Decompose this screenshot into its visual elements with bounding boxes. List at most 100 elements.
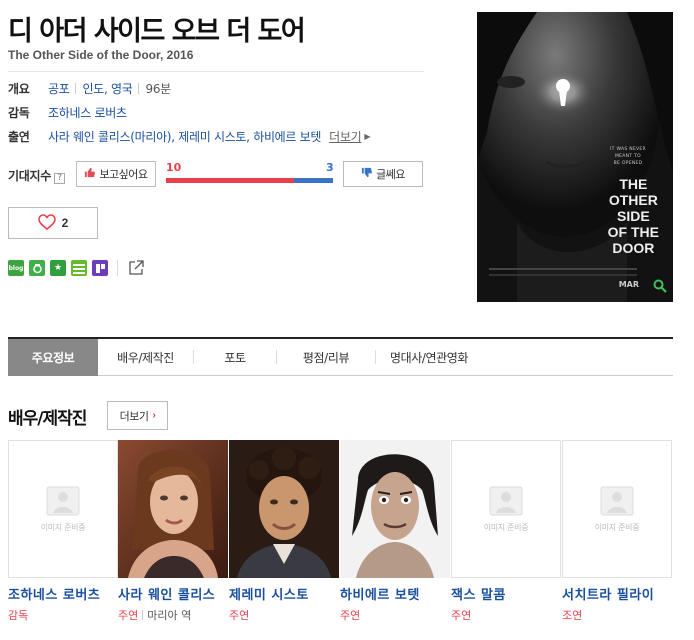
not-sure-button[interactable]: 글쎄요: [343, 161, 423, 187]
zoom-search-icon[interactable]: [653, 278, 667, 297]
cast-name[interactable]: 서치트라 필라이: [562, 584, 666, 603]
movie-title: 디 아더 사이드 오브 더 도어: [8, 16, 306, 47]
cast-name[interactable]: 잭스 말콤: [451, 584, 555, 603]
cast-role: 주연: [451, 609, 472, 622]
post-share-icon[interactable]: [92, 260, 108, 276]
cast-name[interactable]: 하비에르 보텟: [340, 584, 444, 603]
not-sure-label: 글쎄요: [376, 168, 405, 181]
cast-links[interactable]: 사라 웨인 콜리스(마리아), 제레미 시스토, 하비에르 보텟: [48, 128, 321, 145]
placeholder-text: 이미지 준비중: [40, 522, 86, 532]
tab-photos[interactable]: 포토: [194, 339, 276, 375]
cast-name[interactable]: 사라 웨인 콜리스: [118, 584, 222, 603]
poster-tagline: IT WAS NEVER MEANT TO BE OPENED: [593, 146, 663, 167]
separator: [138, 82, 140, 94]
tab-cast-crew[interactable]: 배우/제작진: [98, 339, 193, 375]
cast-label: 출연: [8, 129, 30, 144]
cast-photo[interactable]: [229, 440, 339, 578]
tab-ratings-reviews[interactable]: 평점/리뷰: [277, 339, 375, 375]
cast-name[interactable]: 제레미 시스토: [229, 584, 333, 603]
cast-character: 마리아 역: [147, 609, 192, 622]
poster-release: MAR: [618, 280, 639, 289]
cast-role-row: 주연 마리아 역: [118, 607, 228, 623]
director-link[interactable]: 조하네스 로버츠: [48, 104, 127, 121]
heart-icon: [37, 213, 56, 233]
chevron-right-icon: ▶: [364, 131, 371, 141]
cast-photo-placeholder[interactable]: 이미지 준비중: [8, 440, 118, 578]
image-placeholder-icon: [489, 486, 523, 515]
expectation-bar-fill: [166, 178, 295, 183]
like-button[interactable]: 2: [8, 207, 98, 239]
cast-role: 주연: [229, 609, 250, 622]
director-row: 감독 조하네스 로버츠: [8, 104, 127, 120]
cast-role-row: 주연: [229, 607, 339, 623]
poster-credits: [489, 268, 637, 270]
title-divider: [8, 71, 424, 72]
cast-name[interactable]: 조하네스 로버츠: [8, 584, 112, 603]
poster-title: THE OTHER SIDE OF THE DOOR: [608, 176, 659, 256]
blog-share-icon[interactable]: blog: [8, 260, 24, 276]
thumbs-down-icon: [361, 167, 372, 181]
cast-role: 주연: [340, 609, 361, 622]
cast-more-label: 더보기: [119, 410, 149, 423]
poster-tagline-line: BE OPENED: [613, 161, 643, 166]
chevron-right-icon: ›: [152, 410, 156, 421]
expectation-label-text: 기대지수: [8, 169, 51, 183]
cast-card[interactable]: 사라 웨인 콜리스 주연 마리아 역: [118, 440, 228, 623]
placeholder-text: 이미지 준비중: [594, 522, 640, 532]
list-share-icon[interactable]: [71, 260, 87, 276]
cast-card[interactable]: 이미지 준비중 잭스 말콤 주연: [451, 440, 561, 623]
cast-role: 조연: [562, 609, 583, 622]
expectation-widget: 기대지수? 보고싶어요 10 3 글쎄요: [8, 161, 432, 189]
cast-card[interactable]: 이미지 준비중 조하네스 로버츠 감독: [8, 440, 118, 623]
separator: [142, 610, 144, 620]
band-share-icon[interactable]: [29, 260, 45, 276]
runtime-text: 96분: [145, 81, 171, 96]
cast-role-row: 주연: [451, 607, 561, 623]
separator: [75, 82, 77, 94]
cast-more-link[interactable]: 더보기: [329, 128, 362, 145]
share-bar: blog ★: [8, 259, 145, 277]
poster-tagline-line: IT WAS NEVER: [610, 147, 646, 152]
image-placeholder-icon: [46, 486, 80, 515]
movie-poster[interactable]: IT WAS NEVER MEANT TO BE OPENED THE OTHE…: [477, 12, 673, 302]
genre-link[interactable]: 공포: [48, 80, 70, 97]
overview-label: 개요: [8, 81, 30, 96]
external-share-icon[interactable]: [127, 259, 145, 277]
tab-quotes-related[interactable]: 명대사/연관영화: [376, 339, 482, 375]
tab-main-info[interactable]: 주요정보: [8, 338, 98, 376]
cast-role: 주연: [118, 609, 139, 622]
poster-credits: [489, 274, 637, 276]
want-count: 10: [166, 161, 182, 174]
poster-title-line: DOOR: [612, 240, 655, 256]
cast-card[interactable]: 제레미 시스토 주연: [229, 440, 339, 623]
want-to-see-label: 보고싶어요: [99, 168, 148, 181]
expectation-bar: [166, 178, 333, 183]
image-placeholder-icon: [600, 486, 634, 515]
cast-card[interactable]: 이미지 준비중 서치트라 필라이 조연: [562, 440, 672, 623]
want-to-see-button[interactable]: 보고싶어요: [76, 161, 156, 187]
cast-photo-placeholder[interactable]: 이미지 준비중: [562, 440, 672, 578]
poster-title-line: SIDE: [616, 208, 650, 224]
cast-card[interactable]: 하비에르 보텟 주연: [340, 440, 450, 623]
share-divider: [117, 260, 118, 276]
bookmark-star-icon[interactable]: ★: [50, 260, 66, 276]
poster-tagline-line: MEANT TO: [614, 154, 642, 159]
cast-role-row: 감독: [8, 607, 118, 623]
poster-title-line: OTHER: [608, 192, 658, 208]
section-title: 배우/제작진: [8, 409, 87, 429]
cast-row: 출연 사라 웨인 콜리스(마리아), 제레미 시스토, 하비에르 보텟 더보기 …: [8, 128, 371, 145]
thumbs-up-icon: [84, 167, 96, 181]
help-icon[interactable]: ?: [53, 173, 65, 184]
expectation-label: 기대지수?: [8, 167, 65, 184]
cast-role-row: 조연: [562, 607, 672, 623]
poster-title-line: THE: [619, 176, 648, 192]
poster-title-line: OF THE: [607, 224, 659, 240]
cast-role: 감독: [8, 609, 29, 622]
cast-more-button[interactable]: 더보기 ›: [107, 401, 168, 430]
country-link[interactable]: 인도, 영국: [82, 80, 132, 97]
cast-photo[interactable]: [118, 440, 228, 578]
cast-role-row: 주연: [340, 607, 450, 623]
cast-photo[interactable]: [340, 440, 450, 578]
cast-photo-placeholder[interactable]: 이미지 준비중: [451, 440, 561, 578]
placeholder-text: 이미지 준비중: [483, 522, 529, 532]
